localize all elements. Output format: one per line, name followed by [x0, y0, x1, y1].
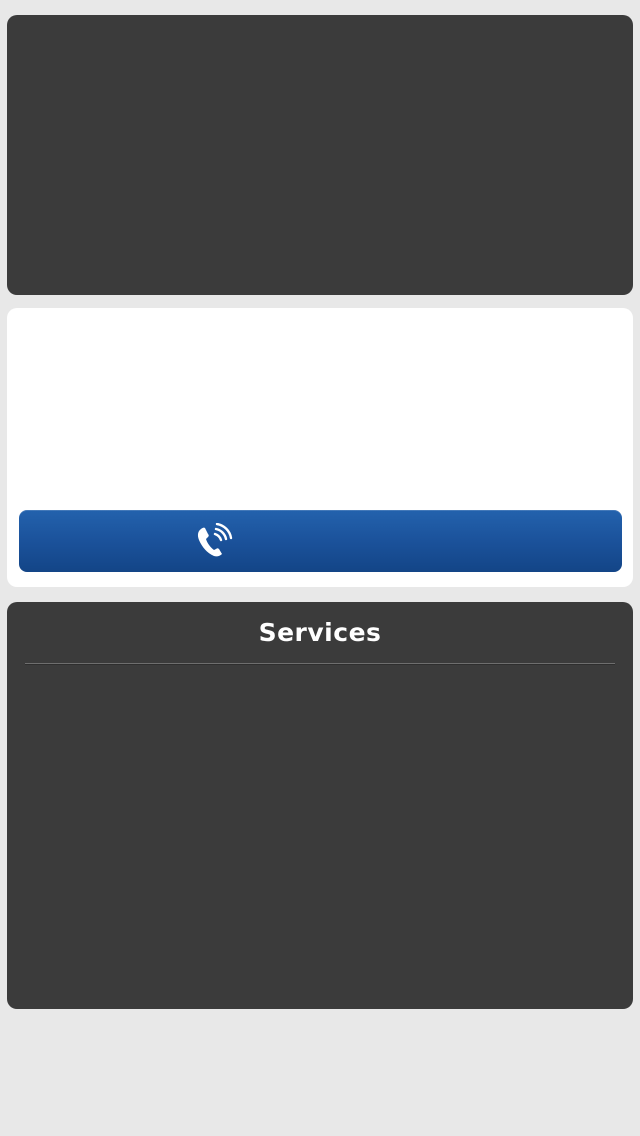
services-panel: Services — [7, 602, 633, 1009]
divider — [25, 663, 615, 665]
services-title: Services — [258, 618, 382, 647]
contact-panel — [7, 308, 633, 587]
phone-calling-icon — [197, 523, 233, 557]
hero-panel — [7, 15, 633, 295]
call-button[interactable] — [19, 510, 622, 572]
